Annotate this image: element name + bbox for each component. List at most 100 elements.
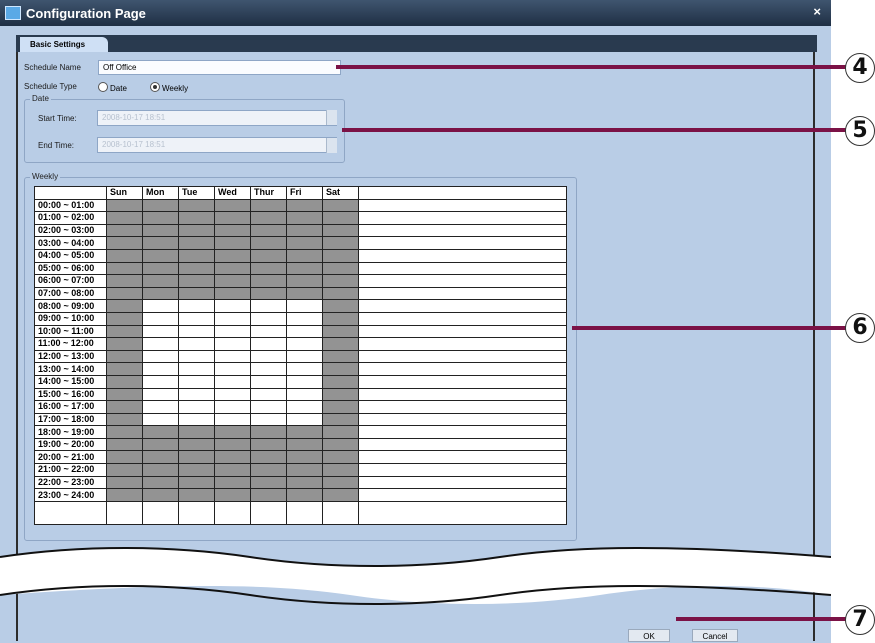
schedule-cell-tue[interactable]: [178, 450, 215, 465]
schedule-cell-tue[interactable]: [178, 412, 215, 427]
schedule-cell-sat[interactable]: [322, 412, 359, 427]
schedule-cell-wed[interactable]: [214, 400, 251, 414]
schedule-cell-thur[interactable]: [250, 362, 287, 376]
schedule-cell-sat[interactable]: [322, 425, 359, 439]
schedule-cell-fri[interactable]: [286, 425, 323, 439]
schedule-cell-thur[interactable]: [250, 223, 287, 238]
schedule-cell-tue[interactable]: [178, 437, 215, 452]
schedule-cell-fri[interactable]: [286, 450, 323, 465]
schedule-cell-thur[interactable]: [250, 286, 287, 301]
schedule-cell-mon[interactable]: [142, 475, 179, 490]
schedule-cell-tue[interactable]: [178, 374, 215, 389]
schedule-cell-fri[interactable]: [286, 286, 323, 301]
schedule-cell-sun[interactable]: [106, 488, 143, 502]
schedule-cell-mon[interactable]: [142, 387, 179, 402]
schedule-cell-fri[interactable]: [286, 437, 323, 452]
end-time-input[interactable]: 2008-10-17 18:51: [97, 137, 337, 153]
schedule-cell-sun[interactable]: [106, 198, 143, 213]
schedule-cell-mon[interactable]: [142, 311, 179, 326]
schedule-cell-sat[interactable]: [322, 387, 359, 402]
schedule-cell-sat[interactable]: [322, 362, 359, 376]
schedule-cell-tue[interactable]: [178, 324, 215, 339]
schedule-cell-sat[interactable]: [322, 488, 359, 502]
schedule-cell-fri[interactable]: [286, 236, 323, 250]
schedule-cell-fri[interactable]: [286, 274, 323, 288]
schedule-cell-sat[interactable]: [322, 400, 359, 414]
schedule-cell-mon[interactable]: [142, 425, 179, 439]
schedule-cell-sun[interactable]: [106, 463, 143, 477]
schedule-cell-tue[interactable]: [178, 286, 215, 301]
schedule-cell-fri[interactable]: [286, 475, 323, 490]
schedule-cell-fri[interactable]: [286, 211, 323, 225]
schedule-cell-thur[interactable]: [250, 387, 287, 402]
schedule-cell-sat[interactable]: [322, 475, 359, 490]
schedule-cell-fri[interactable]: [286, 261, 323, 276]
schedule-cell-thur[interactable]: [250, 311, 287, 326]
schedule-cell-tue[interactable]: [178, 236, 215, 250]
schedule-cell-sat[interactable]: [322, 324, 359, 339]
schedule-cell-wed[interactable]: [214, 236, 251, 250]
schedule-cell-thur[interactable]: [250, 425, 287, 439]
schedule-cell-thur[interactable]: [250, 261, 287, 276]
schedule-cell-mon[interactable]: [142, 211, 179, 225]
schedule-cell-tue[interactable]: [178, 311, 215, 326]
schedule-cell-wed[interactable]: [214, 286, 251, 301]
schedule-cell-tue[interactable]: [178, 349, 215, 364]
schedule-cell-sat[interactable]: [322, 223, 359, 238]
schedule-cell-thur[interactable]: [250, 324, 287, 339]
schedule-cell-sat[interactable]: [322, 248, 359, 263]
schedule-cell-tue[interactable]: [178, 463, 215, 477]
schedule-cell-sun[interactable]: [106, 450, 143, 465]
close-icon[interactable]: ×: [813, 4, 821, 19]
schedule-cell-thur[interactable]: [250, 374, 287, 389]
schedule-cell-fri[interactable]: [286, 362, 323, 376]
schedule-cell-thur[interactable]: [250, 299, 287, 313]
schedule-cell-thur[interactable]: [250, 337, 287, 351]
schedule-cell-sun[interactable]: [106, 236, 143, 250]
schedule-cell-tue[interactable]: [178, 274, 215, 288]
schedule-cell-tue[interactable]: [178, 475, 215, 490]
schedule-cell-sun[interactable]: [106, 299, 143, 313]
schedule-cell-mon[interactable]: [142, 450, 179, 465]
schedule-cell-sun[interactable]: [106, 261, 143, 276]
start-time-spinner[interactable]: [326, 110, 337, 125]
schedule-cell-thur[interactable]: [250, 274, 287, 288]
schedule-cell-tue[interactable]: [178, 400, 215, 414]
schedule-cell-tue[interactable]: [178, 425, 215, 439]
schedule-cell-wed[interactable]: [214, 488, 251, 502]
schedule-cell-sat[interactable]: [322, 437, 359, 452]
schedule-cell-fri[interactable]: [286, 349, 323, 364]
schedule-cell-mon[interactable]: [142, 324, 179, 339]
schedule-cell-thur[interactable]: [250, 437, 287, 452]
schedule-cell-mon[interactable]: [142, 286, 179, 301]
schedule-cell-thur[interactable]: [250, 211, 287, 225]
schedule-cell-mon[interactable]: [142, 362, 179, 376]
schedule-cell-sun[interactable]: [106, 387, 143, 402]
schedule-cell-mon[interactable]: [142, 248, 179, 263]
schedule-cell-sun[interactable]: [106, 349, 143, 364]
schedule-cell-tue[interactable]: [178, 198, 215, 213]
cancel-button[interactable]: Cancel: [692, 629, 738, 642]
schedule-cell-mon[interactable]: [142, 223, 179, 238]
end-time-spinner[interactable]: [326, 138, 337, 153]
schedule-cell-wed[interactable]: [214, 450, 251, 465]
schedule-cell-fri[interactable]: [286, 198, 323, 213]
schedule-cell-wed[interactable]: [214, 387, 251, 402]
schedule-cell-wed[interactable]: [214, 311, 251, 326]
schedule-cell-tue[interactable]: [178, 488, 215, 502]
schedule-cell-wed[interactable]: [214, 223, 251, 238]
schedule-cell-wed[interactable]: [214, 425, 251, 439]
schedule-cell-sun[interactable]: [106, 374, 143, 389]
schedule-cell-sat[interactable]: [322, 286, 359, 301]
schedule-cell-thur[interactable]: [250, 450, 287, 465]
schedule-cell-sat[interactable]: [322, 450, 359, 465]
tab-basic-settings[interactable]: Basic Settings: [20, 37, 108, 52]
schedule-cell-wed[interactable]: [214, 274, 251, 288]
schedule-cell-sun[interactable]: [106, 324, 143, 339]
schedule-cell-fri[interactable]: [286, 488, 323, 502]
schedule-cell-fri[interactable]: [286, 299, 323, 313]
schedule-cell-sun[interactable]: [106, 412, 143, 427]
schedule-cell-wed[interactable]: [214, 412, 251, 427]
schedule-cell-mon[interactable]: [142, 488, 179, 502]
schedule-cell-tue[interactable]: [178, 299, 215, 313]
